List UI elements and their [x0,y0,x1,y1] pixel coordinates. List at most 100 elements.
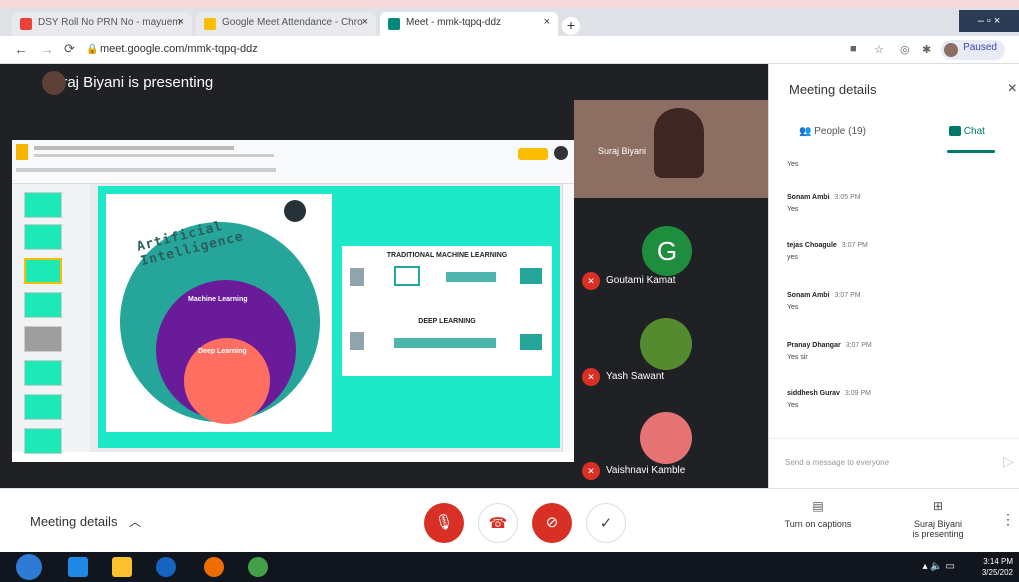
chrome-icon[interactable] [248,557,268,577]
window-controls[interactable]: – ▫ × [959,10,1019,32]
browser-tab-attendance[interactable]: Google Meet Attendance - Chro × [196,12,376,36]
chat-message: Sonam Ambi 3:07 PM Yes [787,292,997,311]
close-icon[interactable]: × [544,16,550,28]
tab-people[interactable]: 👥 People (19) [799,126,866,137]
reload-icon[interactable]: ⟳ [64,41,75,57]
browser-tab-gmail[interactable]: DSY Roll No PRN No - mayuem × [12,12,192,36]
participant-tile-goutami[interactable]: G ✕ Goutami Kamat [574,210,768,306]
ml-comparison-panel: TRADITIONAL MACHINE LEARNING DEEP LEARNI… [342,246,552,376]
start-button[interactable] [16,554,42,580]
slide-thumbnail[interactable] [24,360,62,386]
panel-title-deep: DEEP LEARNING [418,318,476,325]
camera-toggle-button[interactable]: ⊘ [532,503,572,543]
more-options-icon[interactable]: ⋮ [1001,511,1015,528]
participant-video [654,108,704,178]
profile-status: Paused [963,42,997,53]
check-button[interactable]: ✓ [586,503,626,543]
camera-icon[interactable]: ■ [850,43,857,55]
meeting-details-label: Meeting details [30,514,118,529]
extension-icon[interactable]: ◎ [900,43,910,56]
media-player-icon[interactable] [68,557,88,577]
current-slide: Artificial Intelligence Machine Learning… [98,186,560,448]
meeting-details-button[interactable]: Meeting details ︿ [30,513,141,530]
panel-title: Meeting details [789,82,877,97]
firefox-icon[interactable] [204,557,224,577]
url-field[interactable]: meet.google.com/mmk-tqpq-ddz [100,43,258,55]
participant-tile-vaishnavi[interactable]: ✕ Vaishnavi Kamble [574,400,768,496]
puzzle-icon[interactable]: ✱ [922,43,931,56]
phone-hangup-icon: ☎ [488,515,508,532]
system-tray[interactable]: ▴ 🔈 ▭ [923,561,955,572]
slide-thumbnail-selected[interactable] [24,258,62,284]
tab-title: Meet - mmk-tqpq-ddz [406,17,502,28]
back-icon[interactable]: ← [14,41,28,57]
panel-tabs: 👥 People (19) Chat [769,122,1019,153]
dog-icon [350,268,364,286]
dl-label: Deep Learning [198,348,247,355]
message-time: 3:07 PM [845,342,872,349]
send-icon[interactable]: ▷ [1003,453,1014,470]
clock[interactable]: 3:14 PM 3/25/202 [982,556,1013,578]
chat-input[interactable]: Send a message to everyone [785,458,889,467]
meeting-details-panel: Meeting details × 👥 People (19) Chat Yes… [768,64,1019,488]
chat-input-area: Send a message to everyone ▷ [769,438,1019,488]
browser-tab-strip: DSY Roll No PRN No - mayuem × Google Mee… [0,0,1019,36]
message-text: Yes sir [787,354,808,361]
slide-thumbnail[interactable] [24,224,62,250]
meet-stage: Suraj Biyani is presenting Artificial In… [0,64,768,488]
file-explorer-icon[interactable] [112,557,132,577]
presenting-banner: Suraj Biyani is presenting [14,71,213,95]
slide-thumbnail[interactable] [24,326,62,352]
tab-people-label: People (19) [814,126,866,137]
dog-icon [350,332,364,350]
message-time: 3:09 PM [844,390,871,397]
close-icon[interactable]: × [178,16,184,28]
slide-thumbnail[interactable] [24,394,62,420]
tab-chat-label: Chat [963,126,985,137]
presenting-line-2: is presenting [912,529,964,539]
os-taskbar: ▴ 🔈 ▭ 3:14 PM 3/25/202 [0,552,1019,582]
participant-tile-yash[interactable]: ✕ Yash Sawant [574,306,768,402]
message-text: Yes [787,206,799,213]
clock-time: 3:14 PM [983,557,1013,566]
slides-app-header [12,140,574,184]
browser-tab-meet[interactable]: Meet - mmk-tqpq-ddz × [380,12,558,36]
active-tab-indicator [947,150,995,153]
participant-name: Yash Sawant [606,371,665,382]
message-sender: tejas Choagule [787,242,837,249]
slide-thumbnail[interactable] [24,428,62,454]
slide-thumbnail[interactable] [24,292,62,318]
profile-button[interactable]: Paused [941,40,1005,60]
tab-title: DSY Roll No PRN No - mayuem [38,17,181,28]
message-sender: siddhesh Gurav [787,390,840,397]
lock-icon: 🔒 [86,44,99,55]
internet-explorer-icon[interactable] [156,557,176,577]
new-tab-button[interactable]: + [562,17,580,35]
slide-thumbnails [12,184,90,454]
message-sender: Sonam Ambi [787,292,830,299]
avatar [554,146,568,160]
close-icon[interactable]: × [362,16,368,28]
address-bar: ← → ⟳ 🔒 meet.google.com/mmk-tqpq-ddz ■ ☆… [0,36,1019,64]
forward-icon[interactable]: → [40,41,54,57]
chat-message: tejas Choagule 3:07 PM yes [787,242,997,261]
presenting-button[interactable]: ⊞ Suraj Biyani is presenting [896,499,980,539]
participant-name: Vaishnavi Kamble [606,465,686,476]
ai-diagram: Artificial Intelligence Machine Learning… [106,194,332,432]
mic-toggle-button[interactable]: 🎙 [424,503,464,543]
mic-off-icon: ✕ [582,368,600,386]
participant-tile-suraj[interactable]: Suraj Biyani [574,100,768,198]
panel-title-traditional: TRADITIONAL MACHINE LEARNING [386,252,508,259]
meet-icon [388,18,400,30]
share-button[interactable] [518,148,548,160]
presenter-avatar [42,71,66,95]
leave-call-button[interactable]: ☎ [478,503,518,543]
tab-chat[interactable]: Chat [949,126,985,137]
bookmark-star-icon[interactable]: ☆ [874,43,884,56]
close-icon[interactable]: × [1008,80,1017,98]
slide-thumbnail[interactable] [24,192,62,218]
avatar [640,412,692,464]
chat-icon [949,126,961,137]
captions-button[interactable]: ▤ Turn on captions [776,499,860,529]
output-icon [520,334,542,350]
